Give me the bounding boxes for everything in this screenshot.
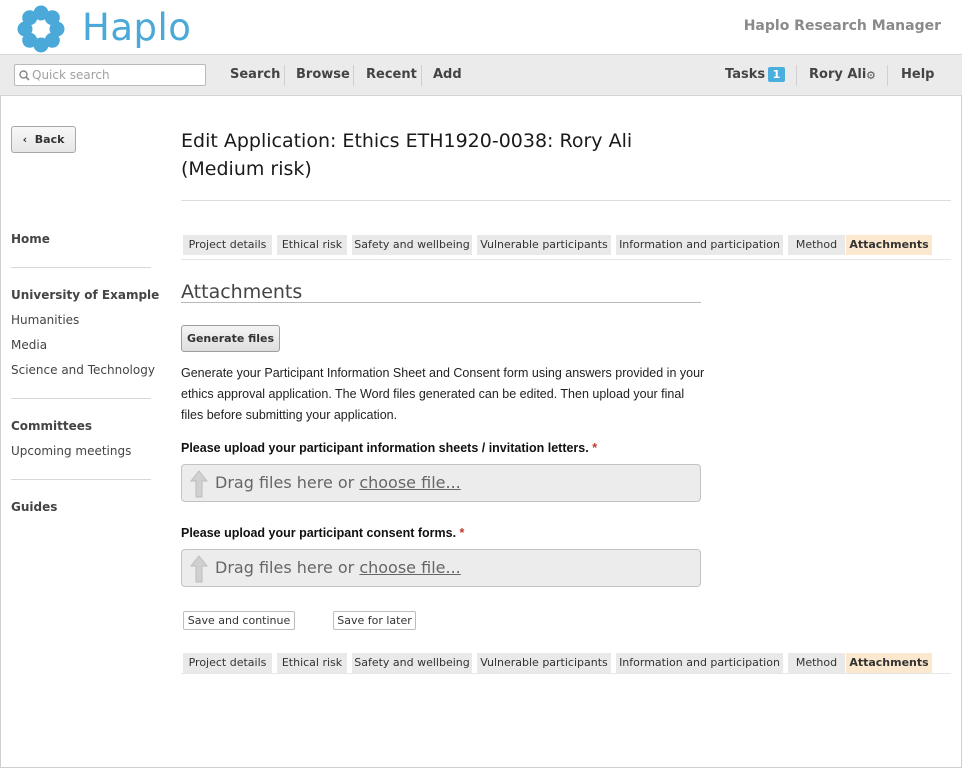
tab-safety-wellbeing[interactable]: Safety and wellbeing (352, 235, 472, 255)
quick-search-input[interactable] (32, 67, 202, 83)
sidebar-guides[interactable]: Guides (11, 500, 57, 514)
tab-vulnerable-participants[interactable]: Vulnerable participants (477, 653, 611, 673)
sidebar-divider (11, 267, 151, 268)
nav-user[interactable]: Rory Ali (809, 67, 866, 82)
gear-icon[interactable]: ⚙ (866, 69, 876, 82)
nav-search[interactable]: Search (230, 67, 280, 82)
chevron-left-icon: ‹ (22, 133, 28, 146)
nav-help[interactable]: Help (901, 67, 934, 82)
nav-divider (284, 65, 285, 86)
nav-divider (353, 65, 354, 86)
sidebar-link-science[interactable]: Science and Technology (11, 363, 155, 377)
sidebar-committees[interactable]: Committees (11, 419, 92, 433)
nav-bar: Search Browse Recent Add Tasks 1 Rory Al… (0, 55, 962, 96)
tab-project-details[interactable]: Project details (183, 653, 272, 673)
dropzone-text: Drag files here or choose file... (215, 558, 461, 577)
tab-ethical-risk[interactable]: Ethical risk (277, 235, 347, 255)
upload-arrow-icon (190, 470, 208, 498)
question-info-sheets-label: Please upload your participant informati… (181, 441, 597, 455)
tab-project-details[interactable]: Project details (183, 235, 272, 255)
nav-browse[interactable]: Browse (296, 67, 350, 82)
consent-forms-dropzone[interactable]: Drag files here or choose file... (181, 549, 701, 587)
sidebar-link-media[interactable]: Media (11, 338, 47, 352)
quick-search-box[interactable] (14, 64, 206, 86)
generate-files-button[interactable]: Generate files (181, 325, 280, 352)
sidebar-home[interactable]: Home (11, 232, 50, 246)
nav-tasks[interactable]: Tasks (725, 67, 765, 82)
brand-name: Haplo (82, 6, 192, 49)
tab-divider (181, 673, 951, 674)
tab-vulnerable-participants[interactable]: Vulnerable participants (477, 235, 611, 255)
tab-information-participation[interactable]: Information and participation (616, 235, 783, 255)
tab-safety-wellbeing[interactable]: Safety and wellbeing (352, 653, 472, 673)
back-button[interactable]: ‹ Back (11, 126, 76, 153)
dropzone-hint: Drag files here or (215, 473, 360, 492)
haplo-logo-icon (17, 5, 65, 53)
page-title: Edit Application: Ethics ETH1920-0038: R… (181, 130, 633, 180)
required-mark: * (592, 441, 598, 455)
title-divider (181, 200, 951, 201)
nav-divider (887, 65, 888, 86)
question-consent-forms-label: Please upload your participant consent f… (181, 526, 464, 540)
tab-ethical-risk[interactable]: Ethical risk (277, 653, 347, 673)
upload-arrow-icon (190, 555, 208, 583)
question-text: Please upload your participant informati… (181, 441, 589, 455)
info-sheets-dropzone[interactable]: Drag files here or choose file... (181, 464, 701, 502)
choose-file-link[interactable]: choose file... (359, 558, 460, 577)
sidebar-link-humanities[interactable]: Humanities (11, 313, 79, 327)
nav-add[interactable]: Add (433, 67, 462, 82)
tab-divider (181, 259, 951, 260)
required-mark: * (459, 526, 465, 540)
nav-divider (796, 65, 797, 86)
sidebar-link-upcoming-meetings[interactable]: Upcoming meetings (11, 444, 131, 458)
section-title: Attachments (181, 281, 303, 303)
tab-attachments[interactable]: Attachments (846, 235, 932, 255)
choose-file-link[interactable]: choose file... (359, 473, 460, 492)
dropzone-text: Drag files here or choose file... (215, 473, 461, 492)
dropzone-hint: Drag files here or (215, 558, 360, 577)
nav-divider (421, 65, 422, 86)
header: Haplo Haplo Research Manager (0, 0, 962, 55)
tab-attachments[interactable]: Attachments (846, 653, 932, 673)
sidebar-org[interactable]: University of Example (11, 288, 159, 302)
nav-recent[interactable]: Recent (366, 67, 417, 82)
app-name: Haplo Research Manager (743, 18, 941, 34)
tab-information-participation[interactable]: Information and participation (616, 653, 783, 673)
tab-method[interactable]: Method (788, 653, 845, 673)
search-icon (19, 70, 30, 81)
save-continue-button[interactable]: Save and continue (183, 611, 295, 630)
question-text: Please upload your participant consent f… (181, 526, 457, 540)
back-label: Back (34, 133, 65, 146)
instructions-text: Generate your Participant Information Sh… (181, 366, 705, 422)
tab-method[interactable]: Method (788, 235, 845, 255)
sidebar-divider (11, 398, 151, 399)
sidebar-divider (11, 479, 151, 480)
section-divider (181, 302, 701, 303)
tasks-count-badge[interactable]: 1 (768, 67, 785, 82)
save-later-button[interactable]: Save for later (333, 611, 416, 630)
